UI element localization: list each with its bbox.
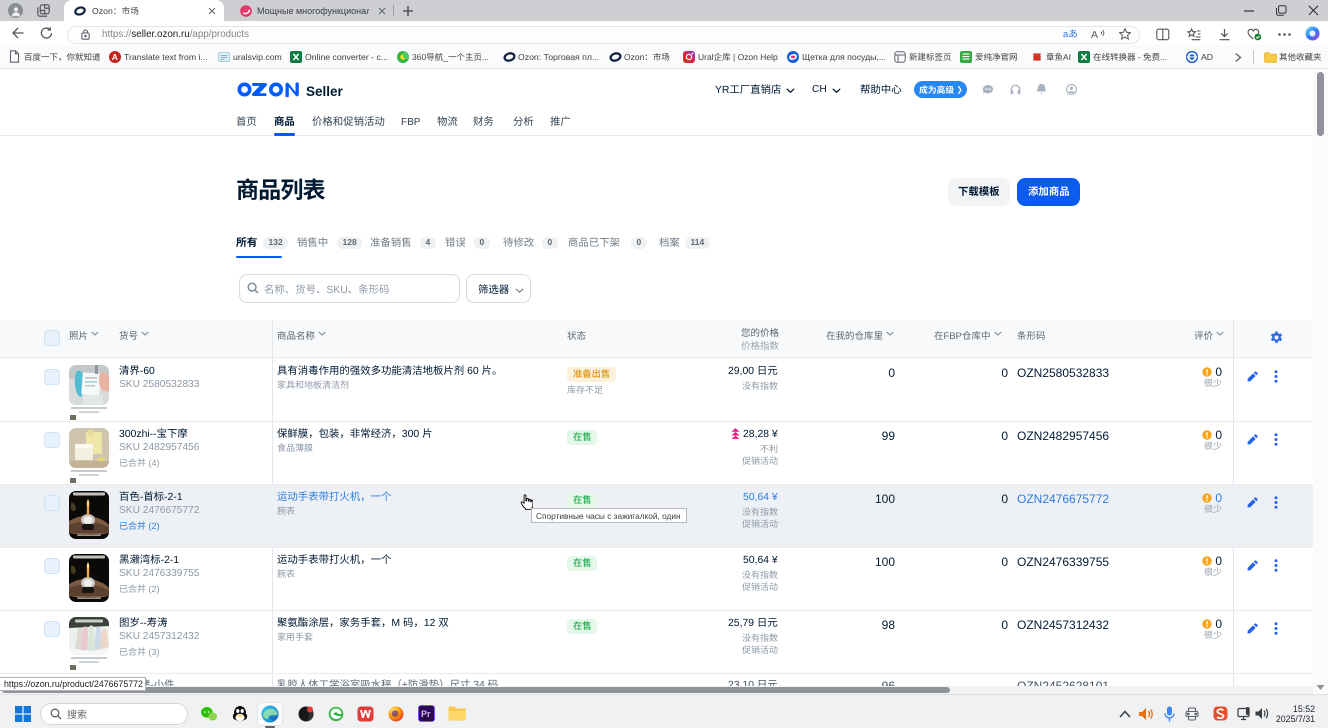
svg-text:A: A [112,52,118,62]
svg-text:Pr: Pr [421,709,431,719]
svg-text:A: A [1091,29,1098,40]
